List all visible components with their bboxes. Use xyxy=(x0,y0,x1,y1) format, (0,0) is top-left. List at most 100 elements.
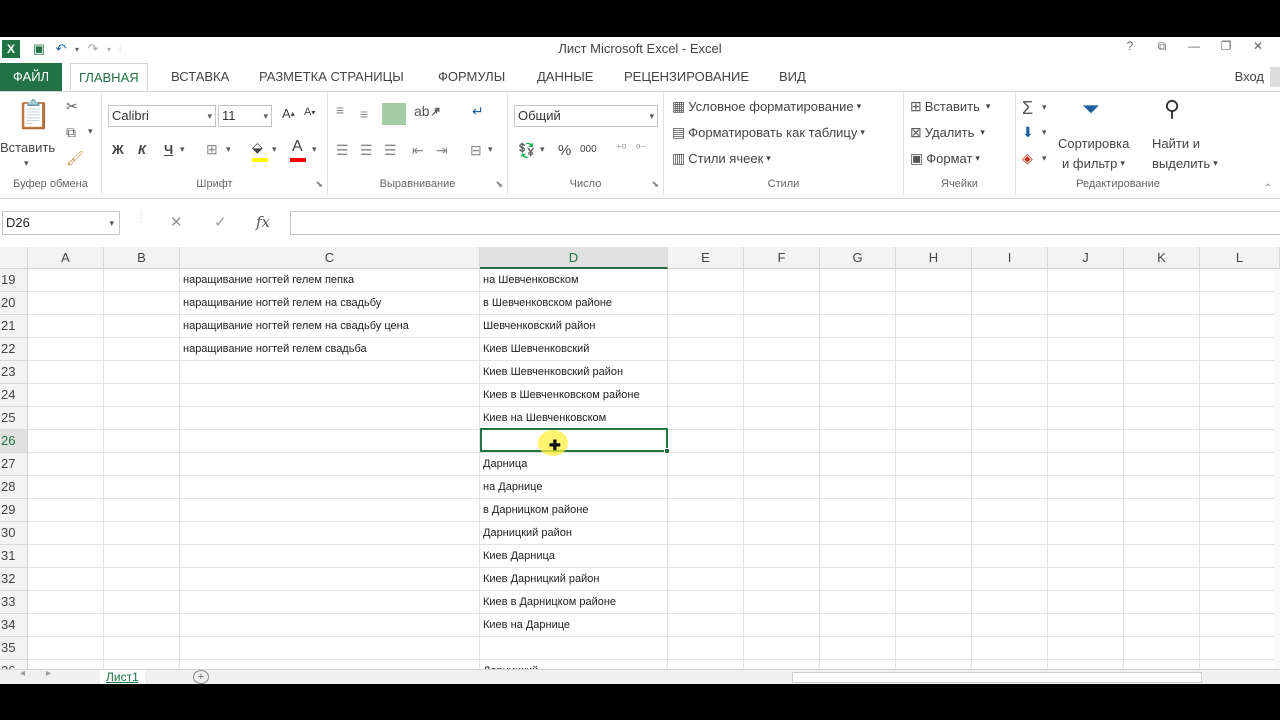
column-header-c[interactable]: C xyxy=(180,247,480,269)
insert-function-icon[interactable]: fx xyxy=(256,213,270,231)
close-icon[interactable]: ✕ xyxy=(1242,39,1274,54)
cell-d23[interactable]: Киев Шевченковский район xyxy=(481,361,623,384)
sort-filter-line1[interactable]: Сортировка xyxy=(1058,136,1129,151)
cell-c22[interactable]: наращивание ногтей гелем свадьба xyxy=(181,338,367,361)
row-header-23[interactable]: 23 xyxy=(0,361,28,384)
tab-insert[interactable]: ВСТАВКА xyxy=(171,63,229,91)
fill-handle[interactable] xyxy=(664,448,670,454)
binoculars-icon[interactable]: ⚲ xyxy=(1164,96,1180,122)
column-header-a[interactable]: A xyxy=(28,247,104,269)
cell-d20[interactable]: в Шевченковском районе xyxy=(481,292,612,315)
tab-home[interactable]: ГЛАВНАЯ xyxy=(70,63,148,92)
accounting-format-icon[interactable]: 💱 xyxy=(518,142,535,159)
decrease-decimal-icon[interactable]: ⁰⁻ xyxy=(636,142,646,155)
fill-dropdown-icon[interactable]: ▾ xyxy=(272,144,277,155)
autosum-dropdown-icon[interactable]: ▾ xyxy=(1042,102,1047,113)
align-center-icon[interactable]: ☰ xyxy=(360,142,373,159)
underline-dropdown-icon[interactable]: ▾ xyxy=(180,144,185,155)
cell-d28[interactable]: на Дарнице xyxy=(481,476,542,499)
borders-icon[interactable]: ⊞ xyxy=(206,141,218,158)
tab-review[interactable]: РЕЦЕНЗИРОВАНИЕ xyxy=(624,63,749,91)
row-header-29[interactable]: 29 xyxy=(0,499,28,522)
sheet-tab-list1[interactable]: Лист1 xyxy=(100,670,145,684)
tab-view[interactable]: ВИД xyxy=(779,63,806,91)
cell-d30[interactable]: Дарницкий район xyxy=(481,522,572,545)
cell-d32[interactable]: Киев Дарницкий район xyxy=(481,568,600,591)
sign-in-link[interactable]: Вход xyxy=(1235,69,1264,84)
delete-cells-button[interactable]: ⊠ Удалить ▾ xyxy=(910,124,985,141)
fill-icon[interactable]: ⬇ xyxy=(1022,124,1034,141)
formula-bar-splitter-icon[interactable]: ⋮ xyxy=(136,213,146,224)
cell-d22[interactable]: Киев Шевченковский xyxy=(481,338,589,361)
insert-cells-button[interactable]: ⊞ Вставить ▾ xyxy=(910,98,990,115)
minimize-icon[interactable]: — xyxy=(1178,39,1210,54)
row-header-35[interactable]: 35 xyxy=(0,637,28,660)
add-sheet-button[interactable]: + xyxy=(193,670,209,684)
percent-style-button[interactable]: % xyxy=(558,142,571,159)
shrink-font-button[interactable]: A ▾ xyxy=(304,106,315,118)
cell-d31[interactable]: Киев Дарница xyxy=(481,545,555,568)
cancel-icon[interactable]: ✕ xyxy=(170,213,183,231)
ribbon-display-icon[interactable]: ⧉ xyxy=(1146,39,1178,54)
horizontal-scrollbar[interactable] xyxy=(792,672,1202,683)
row-header-31[interactable]: 31 xyxy=(0,545,28,568)
alignment-launcher-icon[interactable]: ⬊ xyxy=(495,179,503,190)
column-header-j[interactable]: J xyxy=(1048,247,1124,269)
select-all-corner[interactable] xyxy=(0,247,28,269)
row-header-25[interactable]: 25 xyxy=(0,407,28,430)
cell-d29[interactable]: в Дарницком районе xyxy=(481,499,588,522)
tab-formulas[interactable]: ФОРМУЛЫ xyxy=(438,63,505,91)
format-painter-icon[interactable]: 🖌 xyxy=(66,150,84,167)
row-header-19[interactable]: 19 xyxy=(0,269,28,292)
vertical-scrollbar[interactable] xyxy=(1274,269,1280,669)
tab-data[interactable]: ДАННЫЕ xyxy=(537,63,593,91)
cell-c21[interactable]: наращивание ногтей гелем на свадьбу цена xyxy=(181,315,409,338)
paste-button[interactable]: Вставить xyxy=(0,140,55,155)
column-header-k[interactable]: K xyxy=(1124,247,1200,269)
column-header-i[interactable]: I xyxy=(972,247,1048,269)
row-header-21[interactable]: 21 xyxy=(0,315,28,338)
autosum-icon[interactable]: Σ xyxy=(1022,98,1033,119)
accounting-dropdown-icon[interactable]: ▾ xyxy=(540,144,545,155)
merge-dropdown-icon[interactable]: ▾ xyxy=(488,144,493,155)
help-icon[interactable]: ? xyxy=(1114,39,1146,54)
align-middle-icon[interactable]: ≡ xyxy=(360,106,368,122)
font-size-select[interactable]: 11 ▾ xyxy=(218,105,272,127)
increase-decimal-icon[interactable]: ⁺⁰ xyxy=(616,142,626,155)
active-cell-D26[interactable] xyxy=(480,428,670,454)
clear-icon[interactable]: ◈ xyxy=(1022,150,1033,167)
find-select-line1[interactable]: Найти и xyxy=(1152,136,1200,151)
fill-dropdown-icon[interactable]: ▾ xyxy=(1042,127,1047,138)
cell-d24[interactable]: Киев в Шевченковском районе xyxy=(481,384,640,407)
copy-dropdown-icon[interactable]: ▾ xyxy=(88,126,93,137)
cell-c19[interactable]: наращивание ногтей гелем пепка xyxy=(181,269,354,292)
enter-icon[interactable]: ✓ xyxy=(214,213,227,231)
cut-icon[interactable]: ✂ xyxy=(66,98,78,115)
cell-styles-button[interactable]: ▥ Стили ячеек ▾ xyxy=(672,150,771,167)
fill-color-icon[interactable]: ⬙ xyxy=(252,139,263,156)
tab-file[interactable]: ФАЙЛ xyxy=(0,63,62,91)
row-header-34[interactable]: 34 xyxy=(0,614,28,637)
number-format-select[interactable]: Общий ▾ xyxy=(514,105,658,127)
align-right-icon[interactable]: ☰ xyxy=(384,142,397,159)
format-cells-button[interactable]: ▣ Формат ▾ xyxy=(910,150,980,167)
italic-button[interactable]: К xyxy=(138,142,146,157)
column-header-l[interactable]: L xyxy=(1200,247,1280,269)
orientation-dropdown-icon[interactable]: ▾ xyxy=(434,106,439,117)
column-header-h[interactable]: H xyxy=(896,247,972,269)
prev-sheet-icon[interactable]: ◂ xyxy=(20,668,25,679)
row-header-22[interactable]: 22 xyxy=(0,338,28,361)
wrap-text-icon[interactable]: ↵ xyxy=(472,103,484,120)
find-select-line2[interactable]: выделить ▾ xyxy=(1152,156,1218,171)
cell-d25[interactable]: Киев на Шевченковском xyxy=(481,407,606,430)
align-left-icon[interactable]: ☰ xyxy=(336,142,349,159)
conditional-formatting-button[interactable]: ▦ Условное форматирование ▾ xyxy=(672,98,861,115)
row-header-33[interactable]: 33 xyxy=(0,591,28,614)
paste-icon[interactable]: 📋 xyxy=(16,98,51,131)
sort-filter-line2[interactable]: и фильтр ▾ xyxy=(1062,156,1125,171)
row-header-24[interactable]: 24 xyxy=(0,384,28,407)
cell-d33[interactable]: Киев в Дарницком районе xyxy=(481,591,616,614)
cell-c20[interactable]: наращивание ногтей гелем на свадьбу xyxy=(181,292,381,315)
increase-indent-icon[interactable]: ⇥ xyxy=(436,142,448,159)
row-header-30[interactable]: 30 xyxy=(0,522,28,545)
